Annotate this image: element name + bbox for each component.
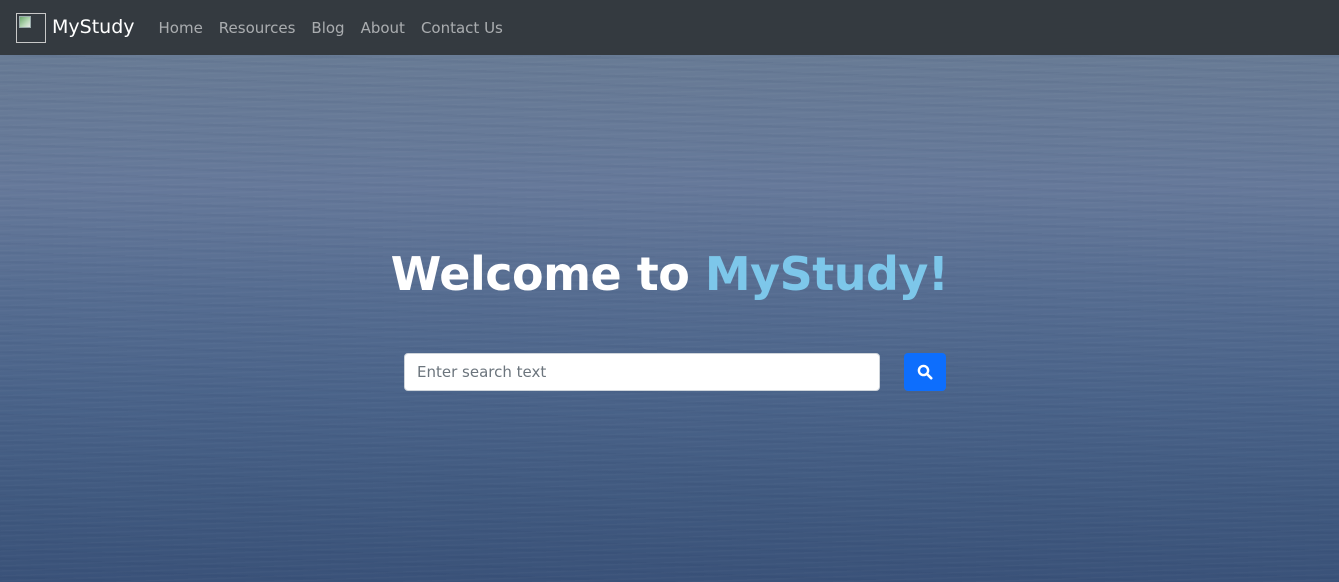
nav-link-contact-us[interactable]: Contact Us bbox=[413, 19, 511, 37]
brand-name: MyStudy bbox=[52, 16, 135, 38]
hero-section: Welcome to MyStudy! bbox=[0, 55, 1339, 582]
nav-link-home[interactable]: Home bbox=[151, 19, 211, 37]
nav-link-blog[interactable]: Blog bbox=[303, 19, 352, 37]
image-placeholder-icon bbox=[19, 15, 31, 28]
brand-link[interactable]: MyStudy bbox=[16, 12, 135, 43]
hero-heading-main: Welcome to bbox=[390, 247, 705, 301]
nav-link-about[interactable]: About bbox=[353, 19, 413, 37]
search-input[interactable] bbox=[404, 353, 880, 391]
top-navbar: MyStudy Home Resources Blog About Contac… bbox=[0, 0, 1339, 55]
search-button[interactable] bbox=[904, 353, 946, 391]
nav-links: Home Resources Blog About Contact Us bbox=[151, 19, 511, 37]
broken-image-logo-icon bbox=[16, 12, 46, 43]
search-icon bbox=[917, 364, 933, 380]
hero-heading-accent: MyStudy! bbox=[704, 247, 949, 301]
hero-heading: Welcome to MyStudy! bbox=[0, 247, 1339, 301]
nav-link-resources[interactable]: Resources bbox=[211, 19, 304, 37]
